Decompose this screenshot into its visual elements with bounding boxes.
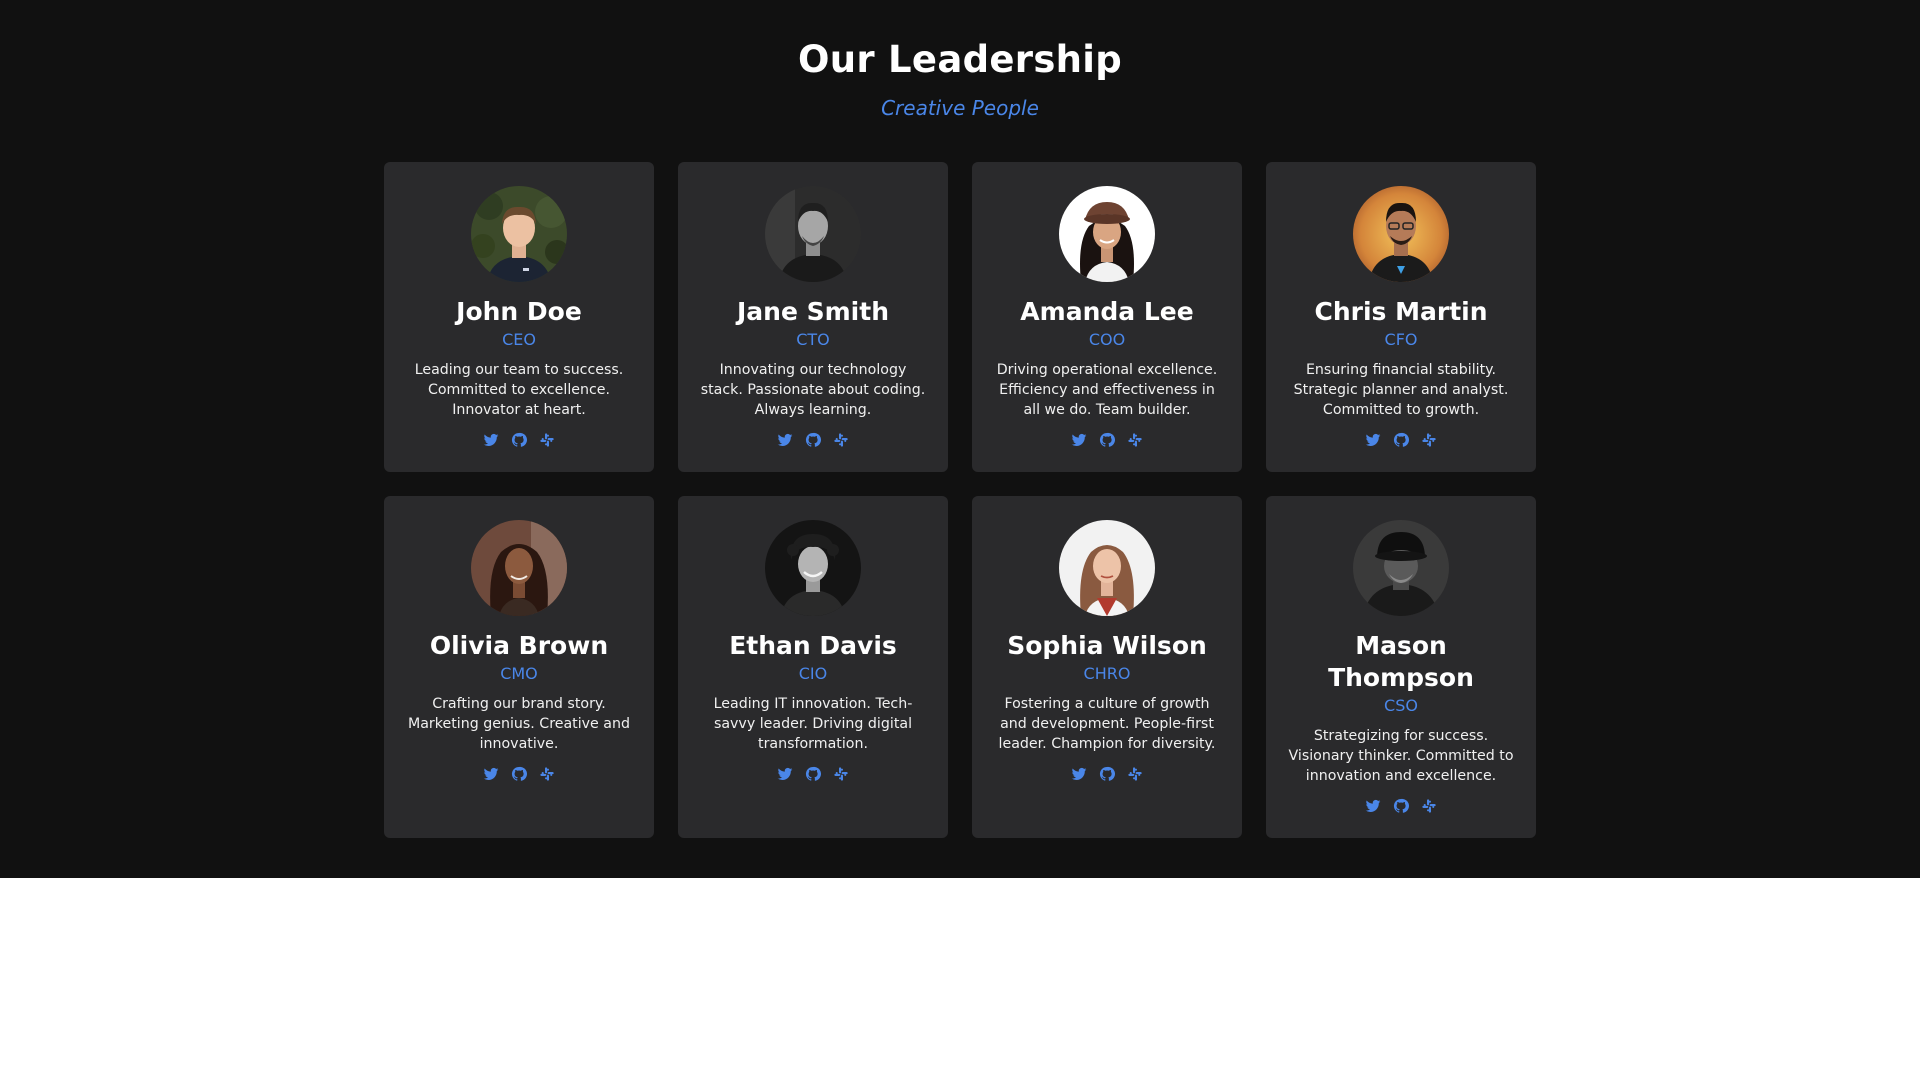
- avatar: [1353, 186, 1449, 282]
- member-role: COO: [1088, 330, 1126, 349]
- slack-icon[interactable]: [1127, 432, 1143, 448]
- github-icon[interactable]: [1099, 432, 1115, 448]
- github-icon[interactable]: [805, 432, 821, 448]
- github-icon[interactable]: [511, 432, 527, 448]
- member-bio: Driving operational excellence. Efficien…: [996, 362, 1218, 418]
- social-links: [1071, 432, 1143, 448]
- avatar: [765, 520, 861, 616]
- member-bio: Leading our team to success. Committed t…: [414, 362, 624, 418]
- slack-icon[interactable]: [1127, 766, 1143, 782]
- member-bio: Innovating our technology stack. Passion…: [700, 362, 926, 418]
- github-icon[interactable]: [1393, 798, 1409, 814]
- social-links: [483, 766, 555, 782]
- twitter-icon[interactable]: [777, 766, 793, 782]
- member-name: John Doe: [456, 297, 582, 326]
- team-grid: John Doe CEO Leading our team to success…: [384, 162, 1536, 838]
- team-card: Olivia Brown CMO Crafting our brand stor…: [384, 496, 654, 838]
- member-name: Jane Smith: [736, 297, 889, 326]
- slack-icon[interactable]: [539, 432, 555, 448]
- member-role: CHRO: [1083, 664, 1131, 683]
- member-name: Chris Martin: [1314, 297, 1488, 326]
- team-card: Amanda Lee COO Driving operational excel…: [972, 162, 1242, 472]
- avatar: [471, 186, 567, 282]
- team-card: Sophia Wilson CHRO Fostering a culture o…: [972, 496, 1242, 838]
- member-role: CEO: [502, 330, 536, 349]
- member-name: Mason Thompson: [1328, 631, 1474, 692]
- social-links: [1365, 798, 1437, 814]
- member-role: CIO: [798, 664, 828, 683]
- team-card: Mason Thompson CSO Strategizing for succ…: [1266, 496, 1536, 838]
- page-title: Our Leadership: [797, 38, 1123, 81]
- slack-icon[interactable]: [539, 766, 555, 782]
- social-links: [1071, 766, 1143, 782]
- member-name: Amanda Lee: [1020, 297, 1194, 326]
- avatar: [471, 520, 567, 616]
- slack-icon[interactable]: [833, 766, 849, 782]
- social-links: [777, 766, 849, 782]
- member-name: Olivia Brown: [429, 631, 609, 660]
- team-card: Ethan Davis CIO Leading IT innovation. T…: [678, 496, 948, 838]
- slack-icon[interactable]: [833, 432, 849, 448]
- member-role: CMO: [500, 664, 538, 683]
- page-subtitle: Creative People: [881, 96, 1039, 120]
- twitter-icon[interactable]: [1071, 432, 1087, 448]
- twitter-icon[interactable]: [483, 432, 499, 448]
- github-icon[interactable]: [1099, 766, 1115, 782]
- slack-icon[interactable]: [1421, 798, 1437, 814]
- member-role: CFO: [1384, 330, 1418, 349]
- team-card: Jane Smith CTO Innovating our technology…: [678, 162, 948, 472]
- team-card: Chris Martin CFO Ensuring financial stab…: [1266, 162, 1536, 472]
- team-card: John Doe CEO Leading our team to success…: [384, 162, 654, 472]
- twitter-icon[interactable]: [483, 766, 499, 782]
- member-bio: Crafting our brand story. Marketing geni…: [408, 696, 630, 752]
- member-bio: Ensuring financial stability. Strategic …: [1293, 362, 1509, 418]
- avatar: [1059, 186, 1155, 282]
- github-icon[interactable]: [511, 766, 527, 782]
- member-bio: Fostering a culture of growth and develo…: [998, 696, 1216, 752]
- github-icon[interactable]: [805, 766, 821, 782]
- twitter-icon[interactable]: [1071, 766, 1087, 782]
- github-icon[interactable]: [1393, 432, 1409, 448]
- avatar: [765, 186, 861, 282]
- avatar: [1059, 520, 1155, 616]
- member-bio: Strategizing for success. Visionary thin…: [1288, 728, 1514, 784]
- slack-icon[interactable]: [1421, 432, 1437, 448]
- twitter-icon[interactable]: [777, 432, 793, 448]
- member-role: CSO: [1384, 696, 1418, 715]
- member-role: CTO: [796, 330, 830, 349]
- social-links: [483, 432, 555, 448]
- member-bio: Leading IT innovation. Tech-savvy leader…: [713, 696, 913, 752]
- member-name: Sophia Wilson: [1007, 631, 1207, 660]
- social-links: [777, 432, 849, 448]
- twitter-icon[interactable]: [1365, 798, 1381, 814]
- member-name: Ethan Davis: [729, 631, 897, 660]
- leadership-section: Our Leadership Creative People John Doe …: [0, 0, 1920, 878]
- avatar: [1353, 520, 1449, 616]
- social-links: [1365, 432, 1437, 448]
- twitter-icon[interactable]: [1365, 432, 1381, 448]
